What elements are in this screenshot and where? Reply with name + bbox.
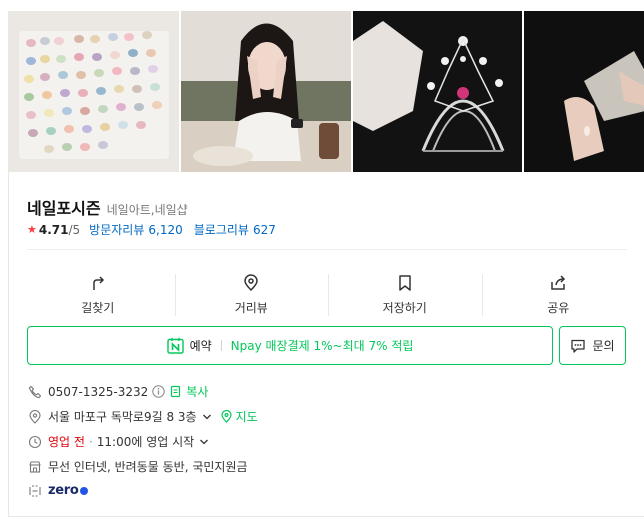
payment-icon: [29, 484, 41, 497]
inquiry-label: 문의: [592, 339, 615, 353]
status-separator: ·: [88, 434, 93, 449]
action-bar: 길찾기 거리뷰 저장하기 공유: [21, 270, 635, 320]
chat-icon: [571, 339, 586, 353]
place-category: 네일아트,네일샵: [106, 203, 188, 217]
phone-icon: [28, 385, 42, 398]
business-hours[interactable]: 11:00에 영업 시작: [97, 433, 194, 450]
share-label: 공유: [547, 301, 570, 315]
directions-icon: [93, 276, 104, 290]
visitor-review-link[interactable]: 방문자리뷰: [89, 221, 144, 238]
amenities-row: 무선 인터넷, 반려동물 동반, 국민지원금: [28, 458, 248, 475]
info-icon[interactable]: [152, 385, 165, 398]
business-status: 영업 전: [48, 435, 85, 449]
map-link[interactable]: 지도: [236, 408, 258, 425]
photo-tiara[interactable]: [353, 11, 522, 172]
address-text[interactable]: 서울 마포구 독막로9길 8 3층: [48, 408, 197, 425]
phone-row: 0507-1325-3232 복사: [28, 383, 208, 400]
bookmark-icon: [399, 275, 411, 291]
zeropay-logo: zero: [48, 483, 79, 498]
directions-label: 길찾기: [81, 301, 115, 315]
copy-button[interactable]: 복사: [186, 383, 208, 400]
share-button[interactable]: 공유: [481, 270, 636, 320]
amenities-text: 무선 인터넷, 반려동물 동반, 국민지원금: [48, 460, 248, 474]
street-view-button[interactable]: 거리뷰: [174, 270, 329, 320]
calendar-naver-icon: [166, 337, 184, 354]
store-icon: [29, 460, 41, 473]
clock-icon: [28, 435, 42, 448]
address-row: 서울 마포구 독막로9길 8 3층 지도: [28, 408, 258, 425]
hours-row: 영업 전 · 11:00에 영업 시작: [28, 433, 209, 450]
save-button[interactable]: 저장하기: [328, 270, 482, 320]
blog-review-count[interactable]: 627: [253, 223, 276, 237]
photo-nail-tips[interactable]: [9, 11, 179, 172]
place-name: 네일포시즌: [27, 199, 101, 218]
photo-strip[interactable]: [9, 11, 644, 172]
blog-review-link[interactable]: 블로그리뷰: [194, 221, 249, 238]
star-icon: ★: [27, 223, 37, 236]
location-pin-icon: [244, 274, 259, 292]
divider: [27, 249, 627, 250]
save-label: 저장하기: [382, 301, 427, 315]
rating-value: 4.71: [38, 222, 69, 237]
map-pin-icon[interactable]: [220, 410, 233, 423]
inquiry-button[interactable]: 문의: [559, 326, 626, 365]
directions-button[interactable]: 길찾기: [21, 270, 175, 320]
booking-label: 예약: [189, 339, 212, 353]
share-icon: [551, 275, 566, 290]
npay-text: Npay 매장결제 1%~최대 7% 적립: [230, 339, 414, 353]
rating-max: /5: [68, 222, 81, 237]
zeropay-row: zero: [28, 483, 88, 498]
copy-icon[interactable]: [169, 385, 182, 398]
booking-separator: [220, 340, 222, 351]
title-row: 네일포시즌 네일아트,네일샵: [27, 195, 188, 219]
visitor-review-count[interactable]: 6,120: [148, 223, 182, 237]
zeropay-badge-icon: [79, 486, 88, 495]
stats-row: ★ 4.71 /5 방문자리뷰 6,120 블로그리뷰 627: [27, 221, 287, 238]
photo-card-hand[interactable]: [524, 11, 644, 172]
photo-customer-portrait[interactable]: [181, 11, 351, 172]
booking-button[interactable]: 예약 Npay 매장결제 1%~최대 7% 적립: [27, 326, 553, 365]
place-card: 네일포시즌 네일아트,네일샵 ★ 4.71 /5 방문자리뷰 6,120 블로그…: [8, 11, 644, 517]
phone-number[interactable]: 0507-1325-3232: [48, 385, 148, 399]
location-pin-icon: [29, 409, 41, 424]
chevron-down-icon[interactable]: [199, 437, 209, 447]
street-view-label: 거리뷰: [234, 301, 268, 315]
chevron-down-icon[interactable]: [202, 412, 212, 422]
